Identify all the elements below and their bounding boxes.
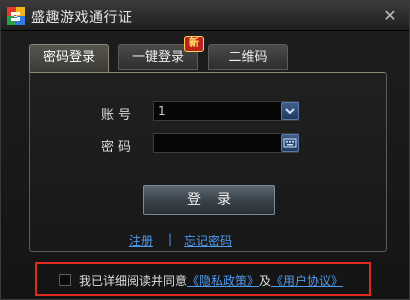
tab-label: 一键登录	[131, 50, 184, 65]
login-panel	[29, 72, 387, 252]
new-badge: 新	[184, 36, 204, 52]
login-button-label: 登录	[187, 192, 247, 208]
tab-qr-code[interactable]: 二维码	[208, 44, 288, 70]
password-label: 密码	[101, 140, 136, 155]
tab-label: 二维码	[228, 50, 268, 65]
login-window: 盛趣游戏通行证 ✕ 密码登录 一键登录 新 二维码 账号 1 密码 登录 注册	[0, 0, 410, 300]
window-title: 盛趣游戏通行证	[31, 10, 133, 26]
account-label: 账号	[101, 108, 136, 123]
chevron-down-icon	[285, 108, 295, 115]
tab-password-login[interactable]: 密码登录	[29, 44, 109, 73]
user-agreement-link[interactable]: 《用户协议》	[271, 274, 343, 288]
agreement-highlight-box: 我已详细阅读并同意《隐私政策》及《用户协议》	[35, 262, 371, 296]
app-logo-icon	[7, 7, 25, 25]
tab-one-click-login[interactable]: 一键登录 新	[118, 36, 204, 70]
virtual-keyboard-button[interactable]	[281, 134, 299, 152]
agreement-checkbox[interactable]	[59, 274, 71, 286]
agreement-conjunction: 及	[259, 274, 272, 288]
forgot-password-link[interactable]: 忘记密码	[184, 232, 232, 249]
keyboard-icon	[283, 138, 297, 148]
privacy-policy-link[interactable]: 《隐私政策》	[187, 274, 259, 288]
account-value: 1	[158, 104, 166, 118]
agreement-prefix: 我已详细阅读并同意	[79, 274, 188, 288]
account-input[interactable]: 1	[153, 101, 299, 121]
tab-label: 密码登录	[42, 50, 95, 65]
account-dropdown-button[interactable]	[281, 102, 299, 120]
agreement-text: 我已详细阅读并同意《隐私政策》及《用户协议》	[79, 272, 343, 289]
login-button[interactable]: 登录	[143, 185, 275, 215]
link-separator: |	[168, 232, 173, 246]
password-input[interactable]	[153, 133, 299, 153]
register-link[interactable]: 注册	[129, 232, 153, 249]
title-bar[interactable]: 盛趣游戏通行证 ✕	[1, 1, 409, 31]
close-icon[interactable]: ✕	[381, 7, 399, 25]
